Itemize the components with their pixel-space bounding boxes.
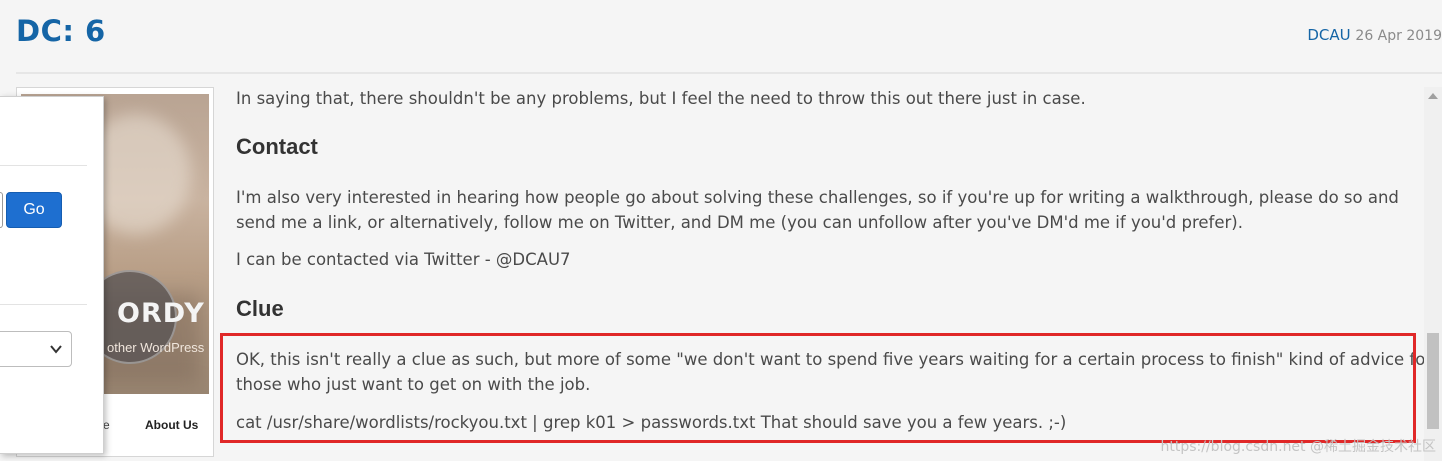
intro-paragraph: In saying that, there shouldn't be any p… — [236, 89, 1086, 108]
post-meta: DCAU 26 Apr 2019 — [1307, 26, 1442, 44]
scroll-up-icon[interactable] — [1428, 93, 1438, 99]
chevron-down-icon — [50, 345, 62, 354]
scrollbar-thumb[interactable] — [1427, 333, 1439, 429]
post-date: 26 Apr 2019 — [1355, 28, 1442, 44]
thumbnail-nav-fragment: e — [103, 418, 110, 432]
contact-paragraph-line: I'm also very interested in hearing how … — [236, 188, 1399, 207]
contact-paragraph-line: send me a link, or alternatively, follow… — [236, 213, 1243, 232]
twitter-contact: I can be contacted via Twitter - @DCAU7 — [236, 250, 571, 269]
dropdown-select[interactable] — [0, 331, 72, 367]
thumbnail-subtitle: other WordPress — [107, 340, 205, 355]
page-title: DC: 6 — [16, 14, 106, 48]
overlay-divider — [0, 165, 87, 166]
watermark: https://blog.csdn.net @稀土掘金技术社区 — [1160, 439, 1437, 455]
author-link[interactable]: DCAU — [1307, 26, 1350, 44]
go-button[interactable]: Go — [6, 192, 62, 228]
clue-highlight-box — [220, 333, 1416, 443]
overlay-panel: Go — [0, 96, 104, 454]
search-input[interactable] — [0, 192, 3, 228]
clue-heading: Clue — [236, 296, 284, 321]
scrollbar[interactable] — [1424, 87, 1442, 461]
header-divider — [16, 72, 1442, 74]
thumbnail-nav-about: About Us — [145, 418, 199, 432]
thumbnail-brand-text: ORDY — [117, 298, 205, 329]
contact-heading: Contact — [236, 134, 318, 159]
overlay-divider — [0, 304, 87, 305]
